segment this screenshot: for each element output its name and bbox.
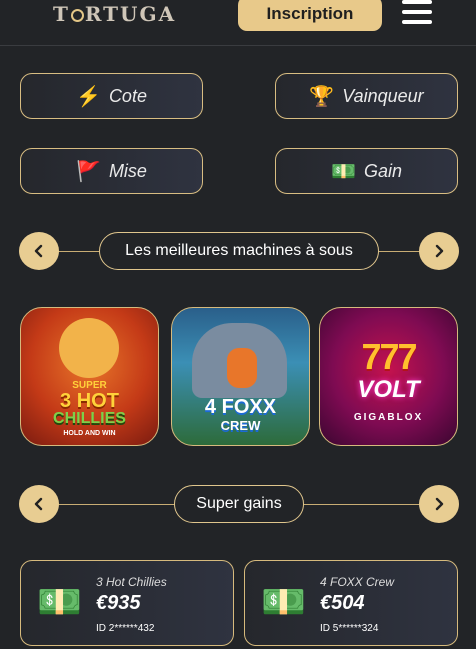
chevron-left-icon — [34, 244, 43, 258]
signup-button[interactable]: Inscription — [238, 0, 382, 31]
wins-prev-button[interactable] — [19, 485, 59, 523]
chevron-right-icon — [435, 497, 444, 511]
chevron-left-icon — [34, 497, 43, 511]
hamburger-menu-icon[interactable] — [402, 0, 432, 26]
filter-gain-button[interactable]: 💵 Gain — [275, 148, 458, 194]
win-card[interactable]: 💵 4 FOXX Crew €504 ID 5******324 — [244, 560, 458, 646]
cash-icon: 💵 — [37, 581, 82, 622]
fox-illustration — [227, 348, 257, 388]
filter-winner-button[interactable]: 🏆 Vainqueur — [275, 73, 458, 119]
top-header: T RTUGA Inscription — [0, 0, 476, 46]
brand-logo[interactable]: T RTUGA — [53, 2, 176, 26]
win-amount: €935 — [96, 592, 141, 614]
character-illustration — [59, 318, 119, 378]
section-title-wins: Super gains — [174, 485, 304, 523]
game-title-line: 4 FOXX — [204, 396, 277, 418]
chevron-right-icon — [435, 244, 444, 258]
cash-icon: 💵 — [261, 581, 306, 622]
game-title-line: CHILLIES — [53, 410, 126, 427]
cash-icon: 💵 — [331, 160, 356, 183]
game-subtitle: GIGABLOX — [353, 412, 424, 423]
win-amount: €504 — [320, 592, 365, 614]
win-game-name: 4 FOXX Crew — [320, 575, 395, 589]
game-card-3-hot-chillies[interactable]: SUPER 3 HOT CHILLIES HOLD AND WIN — [20, 307, 159, 446]
win-card[interactable]: 💵 3 Hot Chillies €935 ID 2******432 — [20, 560, 234, 646]
game-title-line: VOLT — [357, 376, 420, 403]
wins-next-button[interactable] — [419, 485, 459, 523]
game-title-line: 777 — [361, 336, 417, 377]
win-user-id: ID 5******324 — [320, 623, 379, 634]
game-card-4-foxx-crew[interactable]: 4 FOXX CREW — [171, 307, 310, 446]
win-game-name: 3 Hot Chillies — [96, 575, 167, 589]
slots-next-button[interactable] — [419, 232, 459, 270]
win-user-id: ID 2******432 — [96, 623, 155, 634]
filter-label: Cote — [108, 85, 147, 106]
trophy-icon: 🏆 — [309, 85, 335, 108]
filter-label: Gain — [363, 160, 402, 181]
section-title-slots: Les meilleures machines à sous — [99, 232, 379, 270]
game-subtitle: HOLD AND WIN — [63, 430, 116, 437]
game-card-777-volt[interactable]: 777 VOLT GIGABLOX — [319, 307, 458, 446]
filter-odds-button[interactable]: ⚡ Cote — [20, 73, 203, 119]
lightning-icon: ⚡ — [76, 85, 101, 108]
filter-bet-button[interactable]: 🚩 Mise — [20, 148, 203, 194]
slots-prev-button[interactable] — [19, 232, 59, 270]
flag-icon: 🚩 — [76, 160, 101, 183]
game-title-line: CREW — [220, 418, 261, 433]
filter-label: Mise — [108, 160, 147, 181]
filter-label: Vainqueur — [342, 85, 424, 106]
